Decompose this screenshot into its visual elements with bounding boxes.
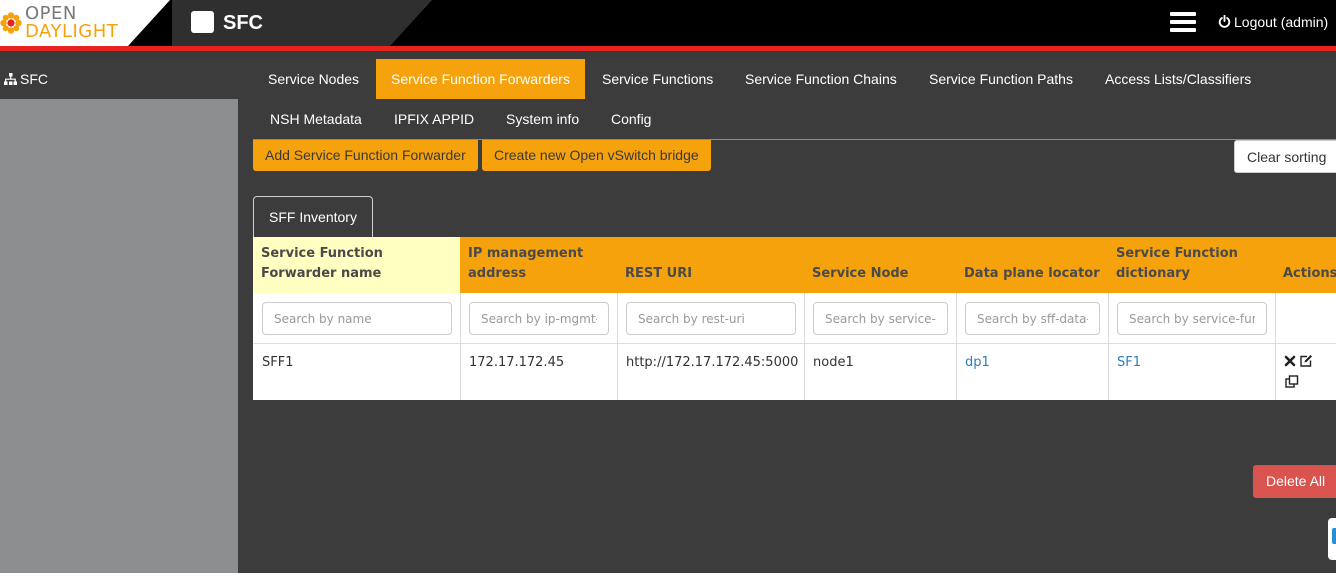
column-divider [956, 293, 957, 400]
filter-rest-uri-input[interactable] [626, 302, 796, 335]
tab-access-lists-classifiers[interactable]: Access Lists/Classifiers [1089, 59, 1267, 99]
cell-sff-name: SFF1 [262, 355, 294, 370]
column-divider [617, 293, 618, 400]
column-header-label: Data plane locator [964, 266, 1100, 281]
tab-service-function-chains[interactable]: Service Function Chains [729, 59, 913, 99]
filter-sff-name-input[interactable] [262, 302, 452, 335]
logo-text-daylight: DAYLIGHT [25, 21, 119, 42]
bottom-border [0, 573, 1336, 578]
logout-button[interactable]: Logout (admin) [1218, 13, 1328, 31]
cell-ip-mgmt: 172.17.172.45 [469, 355, 565, 370]
edit-icon[interactable] [1299, 354, 1313, 368]
column-divider [804, 293, 805, 400]
hamburger-menu-icon[interactable] [1170, 11, 1196, 33]
column-divider [460, 293, 461, 400]
column-header-data-plane-locator[interactable]: Data plane locator [956, 237, 1108, 293]
app-title: SFC [223, 12, 263, 34]
column-header-service-node[interactable]: Service Node [804, 237, 956, 293]
tab-service-functions[interactable]: Service Functions [586, 59, 729, 99]
sff-inventory-table: Service Function Forwarder name IP manag… [253, 237, 1336, 400]
feedback-widget[interactable] [1328, 518, 1336, 560]
power-icon [1218, 15, 1231, 28]
filter-data-plane-locator-input[interactable] [965, 302, 1100, 335]
delete-x-icon[interactable] [1284, 355, 1296, 367]
column-header-label: Service Node [812, 266, 909, 281]
clear-sorting-button[interactable]: Clear sorting [1234, 140, 1336, 173]
cell-service-node: node1 [813, 355, 854, 370]
sf-dictionary-link[interactable]: SF1 [1117, 355, 1141, 371]
app-square-icon [191, 11, 214, 33]
column-header-label: Actions [1283, 266, 1336, 281]
column-header-label: REST URI [625, 266, 693, 281]
filter-service-node-input[interactable] [813, 302, 948, 335]
column-header-actions: Actions [1275, 237, 1336, 293]
sidebar-body [0, 99, 238, 573]
sidebar-item-label: SFC [20, 71, 48, 87]
filter-ip-mgmt-input[interactable] [469, 302, 609, 335]
column-divider [1275, 293, 1276, 400]
opendaylight-flower-icon [0, 12, 22, 34]
column-header-label: IP management address [468, 246, 584, 281]
filter-sf-dictionary-input[interactable] [1117, 302, 1267, 335]
tab-nsh-metadata[interactable]: NSH Metadata [254, 99, 378, 139]
sidebar-item-sfc[interactable]: SFC [4, 71, 48, 87]
sitemap-icon [4, 73, 17, 85]
column-header-sff-name[interactable]: Service Function Forwarder name [253, 237, 460, 293]
add-sff-button[interactable]: Add Service Function Forwarder [253, 140, 478, 171]
tab-ipfix-appid[interactable]: IPFIX APPID [378, 99, 490, 139]
column-divider [1108, 293, 1109, 400]
sidebar-header: SFC [0, 59, 238, 99]
tab-sff-inventory[interactable]: SFF Inventory [253, 196, 373, 238]
tab-system-info[interactable]: System info [490, 99, 595, 139]
create-ovs-bridge-button[interactable]: Create new Open vSwitch bridge [482, 140, 711, 171]
clone-icon[interactable] [1285, 375, 1299, 389]
column-header-sf-dictionary[interactable]: Service Function dictionary [1108, 237, 1275, 293]
tab-config[interactable]: Config [595, 99, 667, 139]
data-plane-locator-link[interactable]: dp1 [965, 355, 990, 371]
logout-label: Logout (admin) [1234, 14, 1329, 30]
cell-rest-uri: http://172.17.172.45:5000 [626, 355, 799, 370]
column-header-label: Service Function dictionary [1116, 246, 1238, 281]
delete-all-button[interactable]: Delete All [1253, 465, 1336, 498]
column-header-rest-uri[interactable]: REST URI [617, 237, 804, 293]
tab-service-function-forwarders[interactable]: Service Function Forwarders [376, 59, 585, 99]
tab-service-nodes[interactable]: Service Nodes [252, 59, 375, 99]
tab-service-function-paths[interactable]: Service Function Paths [913, 59, 1089, 99]
header-divider [0, 51, 1336, 59]
column-header-label: Service Function Forwarder name [261, 246, 383, 281]
filter-row-divider [253, 343, 1336, 344]
column-header-ip-mgmt[interactable]: IP management address [460, 237, 617, 293]
